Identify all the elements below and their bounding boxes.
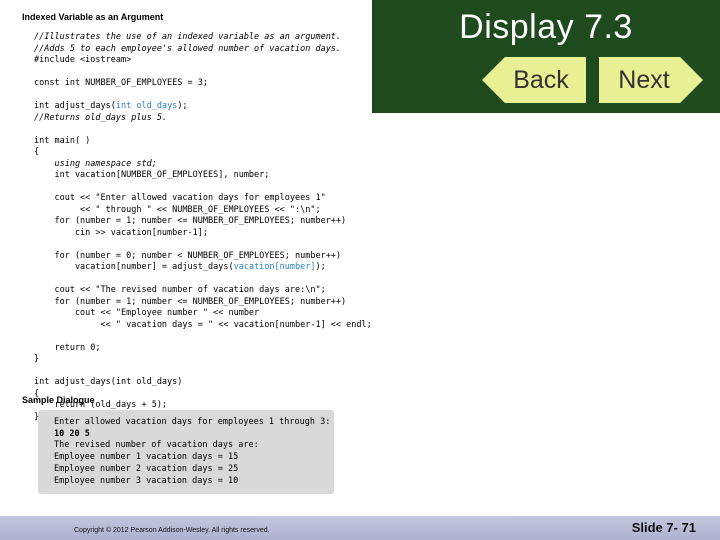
code-line: for (number = 0; number < NUMBER_OF_EMPL… bbox=[34, 250, 342, 261]
dialogue-line: Employee number 2 vacation days = 25 bbox=[54, 463, 239, 474]
dialogue-line: Employee number 1 vacation days = 15 bbox=[54, 452, 239, 463]
figure-title: Indexed Variable as an Argument bbox=[22, 12, 164, 22]
sample-dialogue-heading: Sample Dialogue bbox=[22, 395, 95, 405]
code-line: vacation[number] = adjust_days(vacation[… bbox=[34, 262, 326, 272]
code-listing: //Illustrates the use of an indexed vari… bbox=[34, 32, 372, 423]
code-line: int adjust_days(int old_days); bbox=[34, 101, 188, 111]
code-line: int adjust_days(int old_days) bbox=[34, 377, 183, 387]
code-line: #include <iostream> bbox=[34, 55, 132, 65]
code-line: return 0; bbox=[34, 342, 101, 353]
dialogue-line: Employee number 3 vacation days = 10 bbox=[54, 475, 239, 486]
code-line: cout << "The revised number of vacation … bbox=[34, 285, 326, 295]
code-line: cout << "Employee number " << number bbox=[34, 308, 260, 318]
back-button-label: Back bbox=[513, 65, 569, 94]
highlighted-argument: vacation[number] bbox=[233, 262, 316, 272]
next-button-label: Next bbox=[618, 65, 670, 94]
next-button[interactable]: Next bbox=[599, 57, 703, 103]
code-line: { bbox=[34, 147, 40, 157]
code-line: //Illustrates the use of an indexed vari… bbox=[34, 32, 342, 42]
code-line: cin >> vacation[number-1]; bbox=[34, 227, 208, 238]
display-header: Display 7.3 Back Next bbox=[372, 0, 720, 113]
back-button[interactable]: Back bbox=[482, 57, 586, 103]
code-line: const int NUMBER_OF_EMPLOYEES = 3; bbox=[34, 78, 208, 88]
highlighted-parameter: int old_days bbox=[115, 101, 178, 111]
code-line: int main( ) bbox=[34, 135, 91, 146]
dialogue-line: Enter allowed vacation days for employee… bbox=[54, 417, 331, 427]
code-line: for (number = 1; number <= NUMBER_OF_EMP… bbox=[34, 296, 347, 307]
code-line: << " vacation days = " << vacation[numbe… bbox=[34, 319, 372, 330]
code-line: for (number = 1; number <= NUMBER_OF_EMP… bbox=[34, 216, 347, 226]
sample-dialogue-text: Enter allowed vacation days for employee… bbox=[38, 410, 334, 487]
code-line: } bbox=[34, 354, 40, 364]
sample-dialogue-box: Enter allowed vacation days for employee… bbox=[38, 410, 334, 494]
display-title: Display 7.3 bbox=[459, 8, 633, 46]
code-line: using namespace std; bbox=[34, 158, 157, 169]
slide-number: Slide 7- 71 bbox=[631, 520, 696, 535]
code-line: //Adds 5 to each employee's allowed numb… bbox=[34, 43, 342, 54]
dialogue-line: The revised number of vacation days are: bbox=[54, 440, 259, 451]
code-line: int vacation[NUMBER_OF_EMPLOYEES], numbe… bbox=[34, 170, 270, 180]
code-line: << " through " << NUMBER_OF_EMPLOYEES <<… bbox=[34, 204, 321, 215]
footer-bar: Copyright © 2012 Pearson Addison-Wesley.… bbox=[0, 516, 720, 540]
code-line: cout << "Enter allowed vacation days for… bbox=[34, 193, 326, 203]
dialogue-user-input: 10 20 5 bbox=[54, 428, 90, 439]
copyright-text: Copyright © 2012 Pearson Addison-Wesley.… bbox=[74, 527, 270, 534]
code-line: //Returns old_days plus 5. bbox=[34, 112, 168, 123]
